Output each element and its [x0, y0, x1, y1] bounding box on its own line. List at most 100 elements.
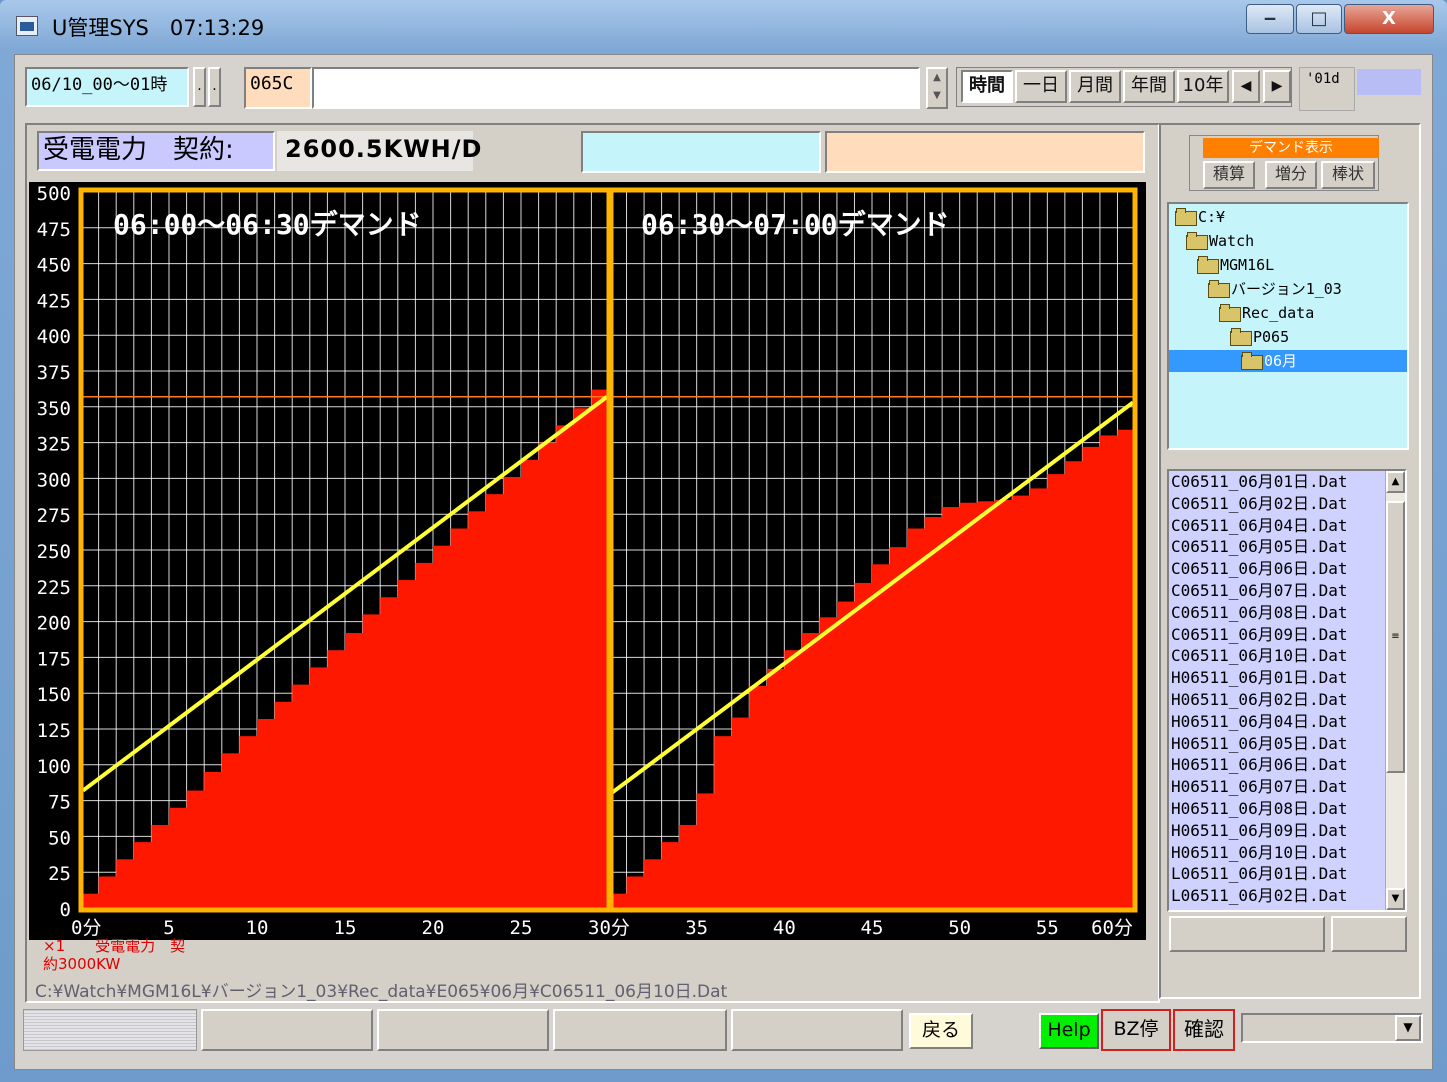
y-tick-label: 0	[60, 899, 71, 921]
x-tick-label: 60分	[1091, 917, 1133, 939]
file-list-item[interactable]: C06511_06月08日.Dat	[1169, 602, 1405, 624]
demand-bar	[661, 842, 680, 908]
demand-bar	[942, 507, 961, 908]
y-tick-label: 475	[37, 219, 71, 241]
demand-bar	[133, 842, 152, 908]
bottom-button-4[interactable]	[731, 1009, 903, 1051]
tab-hour[interactable]: 時間	[961, 70, 1013, 103]
tab-day[interactable]: 一日	[1015, 70, 1067, 103]
spin-left[interactable]: .	[193, 67, 206, 107]
demand-bar	[1099, 435, 1119, 908]
maximize-button[interactable]: □	[1296, 4, 1342, 34]
y-tick-label: 275	[37, 505, 71, 527]
scroll-up-icon[interactable]: ▲	[1386, 471, 1405, 493]
file-list-item[interactable]: H06511_06月06日.Dat	[1169, 754, 1405, 776]
file-list-scrollbar[interactable]: ▲ ≡ ▼	[1385, 471, 1405, 910]
x-tick-label: 45	[861, 917, 884, 939]
tree-node[interactable]: Watch	[1186, 230, 1254, 252]
file-list-item[interactable]: C06511_06月06日.Dat	[1169, 558, 1405, 580]
bar-style-button[interactable]: 棒状	[1321, 161, 1375, 189]
file-list-item[interactable]: H06511_06月04日.Dat	[1169, 711, 1405, 733]
bottom-button-1[interactable]	[201, 1009, 373, 1051]
y-tick-label: 250	[37, 541, 71, 563]
folder-tree[interactable]: C:¥ Watch MGM16L バージョン1_03 Rec_data P065 06月	[1167, 202, 1409, 450]
x-tick-label: 55	[1036, 917, 1059, 939]
file-list-item[interactable]: L06511_06月01日.Dat	[1169, 863, 1405, 885]
spin-right[interactable]: .	[208, 67, 221, 107]
cumulative-button[interactable]: 積算	[1203, 161, 1255, 189]
next-button[interactable]: ▶	[1263, 70, 1291, 103]
date-range-field[interactable]: 06/10_00～01時	[25, 67, 189, 107]
file-list-item[interactable]: H06511_06月08日.Dat	[1169, 798, 1405, 820]
side-button-1[interactable]	[1169, 916, 1325, 952]
panel-title: 06:30～07:00デマンド	[641, 208, 950, 241]
demand-bar	[872, 564, 891, 908]
spin-down-icon[interactable]: ▼	[928, 87, 946, 105]
minimize-button[interactable]: ‒	[1246, 4, 1294, 34]
tab-10year[interactable]: 10年	[1177, 70, 1229, 103]
file-list-item[interactable]: L06511_06月02日.Dat	[1169, 885, 1405, 907]
bottom-button-2[interactable]	[377, 1009, 549, 1051]
prev-button[interactable]: ◀	[1232, 70, 1260, 103]
file-list-item[interactable]: C06511_06月10日.Dat	[1169, 645, 1405, 667]
file-list-item[interactable]: H06511_06月07日.Dat	[1169, 776, 1405, 798]
file-list-item[interactable]: C06511_06月07日.Dat	[1169, 580, 1405, 602]
x-tick-label: 30分	[588, 917, 630, 939]
tree-node[interactable]: P065	[1230, 326, 1289, 348]
tree-node[interactable]: 06月	[1169, 350, 1407, 372]
tree-node[interactable]: Rec_data	[1219, 302, 1314, 324]
file-list-item[interactable]: H06511_06月10日.Dat	[1169, 842, 1405, 864]
demand-bar	[397, 580, 416, 908]
file-list-item[interactable]: H06511_06月01日.Dat	[1169, 667, 1405, 689]
demand-bar	[573, 408, 592, 908]
y-tick-label: 500	[37, 183, 71, 205]
scroll-down-icon[interactable]: ▼	[1386, 888, 1405, 910]
file-list-item[interactable]: C06511_06月02日.Dat	[1169, 493, 1405, 515]
demand-chart: 06:00～06:30デマンド 06:30～07:00デマンド5004754504…	[37, 183, 1138, 939]
file-list-item[interactable]: C06511_06月09日.Dat	[1169, 624, 1405, 646]
tab-month[interactable]: 月間	[1069, 70, 1121, 103]
text-spin[interactable]: ▲ ▼	[926, 67, 948, 109]
back-button[interactable]: 戻る	[909, 1013, 973, 1049]
code-field[interactable]: 065C	[244, 67, 312, 109]
folder-icon	[1230, 328, 1252, 346]
title-bar: U管理SYS 07:13:29 ‒ □ X	[0, 0, 1447, 54]
app-window: U管理SYS 07:13:29 ‒ □ X 06/10_00～01時 . . 0…	[0, 0, 1447, 1082]
bottom-button-3[interactable]	[553, 1009, 727, 1051]
demand-bar	[696, 793, 715, 908]
demand-bar	[239, 736, 258, 908]
panel-title: 06:00～06:30デマンド	[113, 208, 422, 241]
tree-node[interactable]: C:¥	[1175, 206, 1225, 228]
demand-bar	[468, 511, 487, 908]
file-list-item[interactable]: H06511_06月09日.Dat	[1169, 820, 1405, 842]
help-button[interactable]: Help	[1039, 1013, 1099, 1049]
y-tick-label: 350	[37, 398, 71, 420]
folder-icon	[1175, 208, 1197, 226]
file-list-item[interactable]: H06511_06月02日.Dat	[1169, 689, 1405, 711]
side-button-2[interactable]	[1331, 916, 1407, 952]
increment-button[interactable]: 増分	[1265, 161, 1317, 189]
demand-bar	[116, 859, 135, 908]
demand-bar	[679, 824, 698, 908]
folder-icon	[1186, 232, 1208, 250]
tab-year[interactable]: 年間	[1123, 70, 1175, 103]
demand-bar	[81, 893, 100, 908]
scroll-thumb[interactable]: ≡	[1386, 501, 1405, 773]
bz-stop-button[interactable]: BZ停	[1101, 1009, 1171, 1051]
main-text-input[interactable]	[312, 67, 920, 109]
file-list-item[interactable]: C06511_06月01日.Dat	[1169, 471, 1405, 493]
file-list-item[interactable]: C06511_06月04日.Dat	[1169, 515, 1405, 537]
tree-node[interactable]: バージョン1_03	[1208, 278, 1342, 300]
file-list[interactable]: C06511_06月01日.Dat C06511_06月02日.Dat C06511…	[1167, 469, 1407, 912]
tree-node[interactable]: MGM16L	[1197, 254, 1274, 276]
dropdown-arrow-icon[interactable]: ▼	[1395, 1015, 1421, 1041]
demand-bar	[415, 562, 434, 908]
spin-up-icon[interactable]: ▲	[928, 69, 946, 87]
y-tick-label: 25	[48, 863, 71, 885]
confirm-button[interactable]: 確認	[1173, 1009, 1235, 1051]
demand-bar	[819, 617, 838, 908]
demand-bar	[186, 790, 205, 908]
file-list-item[interactable]: C06511_06月05日.Dat	[1169, 536, 1405, 558]
file-list-item[interactable]: H06511_06月05日.Dat	[1169, 733, 1405, 755]
close-button[interactable]: X	[1344, 4, 1434, 34]
